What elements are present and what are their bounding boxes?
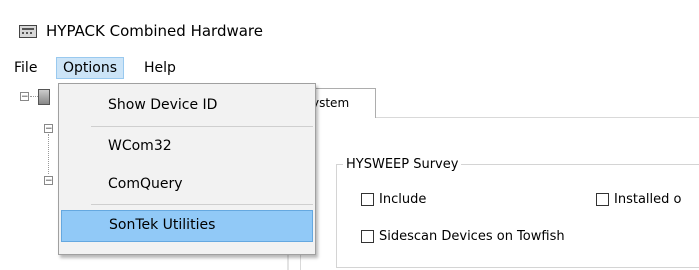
hardware-app-icon	[19, 25, 37, 38]
menu-item-label: SonTek Utilities	[109, 217, 216, 233]
options-dropdown-menu: Show Device ID WCom32 ComQuery SonTek Ut…	[58, 83, 316, 255]
sidescan-towfish-checkbox[interactable]	[361, 230, 374, 243]
window-title: HYPACK Combined Hardware	[46, 22, 264, 40]
installed-label: Installed o	[614, 192, 682, 207]
tree-collapse-toggle[interactable]: −	[20, 92, 29, 102]
menu-help[interactable]: Help	[138, 57, 182, 79]
menu-options[interactable]: Options	[56, 57, 125, 79]
menu-item-comquery[interactable]: ComQuery	[61, 169, 313, 199]
tree-collapse-toggle[interactable]: −	[44, 124, 53, 134]
menu-item-sontek-utilities[interactable]: SonTek Utilities	[61, 210, 313, 242]
device-icon	[38, 89, 50, 105]
group-title: HYSWEEP Survey	[343, 157, 462, 172]
menu-item-wcom32[interactable]: WCom32	[61, 131, 313, 161]
menu-item-show-device-id[interactable]: Show Device ID	[61, 90, 313, 120]
include-label: Include	[379, 192, 427, 207]
menu-item-label: WCom32	[108, 138, 172, 154]
menu-file[interactable]: File	[8, 57, 43, 79]
tree-connector	[30, 96, 38, 97]
sidescan-towfish-label: Sidescan Devices on Towfish	[379, 229, 565, 244]
tree-collapse-toggle[interactable]: −	[44, 176, 53, 186]
include-checkbox[interactable]	[361, 193, 374, 206]
menu-item-label: Show Device ID	[108, 97, 218, 113]
menu-separator	[91, 204, 313, 205]
title-bar: HYPACK Combined Hardware	[0, 0, 699, 52]
menu-separator	[91, 126, 313, 127]
hysweep-survey-group	[336, 164, 699, 268]
menu-item-label: ComQuery	[108, 176, 183, 192]
tab-label: ystem	[312, 96, 350, 110]
menu-bar: File Options Help	[0, 54, 699, 82]
installed-checkbox[interactable]	[596, 193, 609, 206]
tree-connector	[48, 134, 49, 174]
